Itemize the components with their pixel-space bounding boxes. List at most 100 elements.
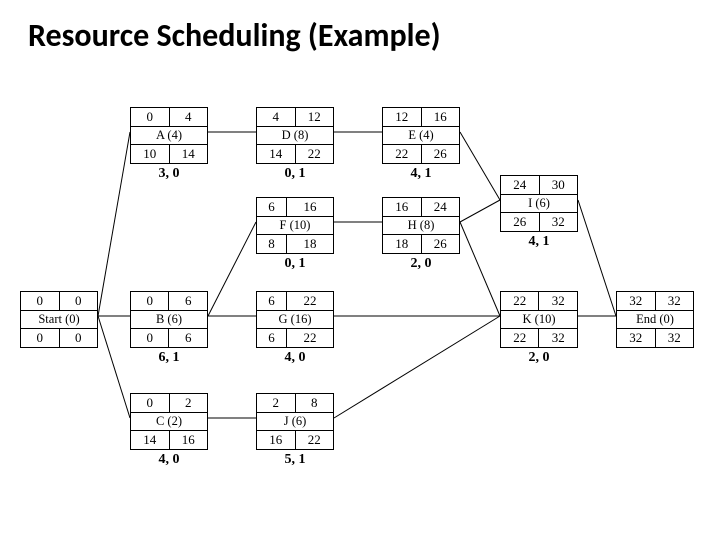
activity-label: I (6): [501, 195, 578, 213]
resource-annotation: 2, 0: [500, 350, 578, 366]
lf: 14: [169, 145, 208, 164]
ls: 10: [131, 145, 170, 164]
activity-node-c: 02C (2)1416 4, 0: [130, 393, 208, 468]
ls: 0: [131, 329, 169, 348]
lf: 22: [286, 329, 333, 348]
es: 0: [21, 292, 60, 311]
ls: 32: [617, 329, 656, 348]
ls: 14: [131, 431, 170, 450]
network-diagram: 00Start (0)0004A (4)10143, 006B (6)066, …: [20, 67, 700, 507]
ef: 16: [286, 198, 333, 217]
activity-node-a: 04A (4)1014 3, 0: [130, 107, 208, 182]
lf: 26: [421, 145, 460, 164]
ls: 18: [383, 235, 422, 254]
activity-node-h: 1624H (8)1826 2, 0: [382, 197, 460, 272]
resource-annotation: 4, 1: [500, 234, 578, 250]
es: 0: [131, 292, 169, 311]
ef: 8: [295, 394, 334, 413]
activity-node-start: 00Start (0)00: [20, 291, 98, 348]
activity-label: C (2): [131, 413, 208, 431]
lf: 22: [295, 431, 334, 450]
ls: 22: [383, 145, 422, 164]
ls: 14: [257, 145, 296, 164]
es: 0: [131, 394, 170, 413]
lf: 32: [539, 329, 578, 348]
ef: 24: [421, 198, 460, 217]
resource-annotation: 0, 1: [256, 256, 334, 272]
activity-label: E (4): [383, 127, 460, 145]
activity-label: G (16): [257, 311, 334, 329]
ef: 6: [169, 292, 208, 311]
activity-label: B (6): [131, 311, 208, 329]
edge-E-I: [460, 132, 500, 200]
ef: 0: [59, 292, 98, 311]
edge-H-I: [460, 200, 500, 222]
ef: 22: [286, 292, 333, 311]
es: 4: [257, 108, 296, 127]
activity-label: A (4): [131, 127, 208, 145]
es: 12: [383, 108, 422, 127]
activity-node-e: 1216E (4)2226 4, 1: [382, 107, 460, 182]
es: 16: [383, 198, 422, 217]
edge-Start-C: [98, 316, 130, 418]
lf: 16: [169, 431, 208, 450]
activity-node-f: 616F (10)818 0, 1: [256, 197, 334, 272]
lf: 26: [421, 235, 460, 254]
ef: 32: [539, 292, 578, 311]
edge-H-K: [460, 222, 500, 316]
activity-label: F (10): [257, 217, 334, 235]
ls: 26: [501, 213, 540, 232]
activity-node-j: 28J (6)1622 5, 1: [256, 393, 334, 468]
lf: 0: [59, 329, 98, 348]
ls: 0: [21, 329, 60, 348]
activity-label: Start (0): [21, 311, 98, 329]
ef: 2: [169, 394, 208, 413]
activity-node-k: 2232K (10)2232 2, 0: [500, 291, 578, 366]
es: 6: [257, 292, 287, 311]
es: 32: [617, 292, 656, 311]
slide-title: Resource Scheduling (Example): [28, 16, 700, 55]
resource-annotation: 0, 1: [256, 166, 334, 182]
edge-J-K: [334, 316, 500, 418]
resource-annotation: 3, 0: [130, 166, 208, 182]
lf: 32: [655, 329, 694, 348]
resource-annotation: 4, 0: [130, 452, 208, 468]
activity-node-g: 622G (16)6224, 0: [256, 291, 334, 366]
resource-annotation: 4, 0: [256, 350, 334, 366]
ef: 30: [539, 176, 578, 195]
ef: 32: [655, 292, 694, 311]
activity-label: End (0): [617, 311, 694, 329]
ef: 4: [169, 108, 208, 127]
edge-I-End: [578, 200, 616, 316]
resource-annotation: 2, 0: [382, 256, 460, 272]
resource-annotation: 5, 1: [256, 452, 334, 468]
activity-node-i: 2430I (6)2632 4, 1: [500, 175, 578, 250]
ls: 16: [257, 431, 296, 450]
ls: 8: [257, 235, 287, 254]
ef: 16: [421, 108, 460, 127]
activity-node-d: 412D (8)1422 0, 1: [256, 107, 334, 182]
ef: 12: [295, 108, 334, 127]
ls: 22: [501, 329, 539, 348]
activity-label: K (10): [501, 311, 578, 329]
lf: 22: [295, 145, 334, 164]
activity-node-b: 06B (6)06 6, 1: [130, 291, 208, 366]
es: 24: [501, 176, 540, 195]
resource-annotation: 4, 1: [382, 166, 460, 182]
edge-B-F: [208, 222, 256, 316]
es: 2: [257, 394, 296, 413]
activity-label: D (8): [257, 127, 334, 145]
lf: 18: [286, 235, 333, 254]
activity-node-end: 3232End (0)3232: [616, 291, 694, 348]
lf: 32: [539, 213, 578, 232]
es: 22: [501, 292, 539, 311]
es: 6: [257, 198, 287, 217]
activity-label: H (8): [383, 217, 460, 235]
activity-label: J (6): [257, 413, 334, 431]
lf: 6: [169, 329, 208, 348]
es: 0: [131, 108, 170, 127]
resource-annotation: 6, 1: [130, 350, 208, 366]
edges-layer: [20, 67, 700, 507]
edge-Start-A: [98, 132, 130, 316]
ls: 6: [257, 329, 287, 348]
